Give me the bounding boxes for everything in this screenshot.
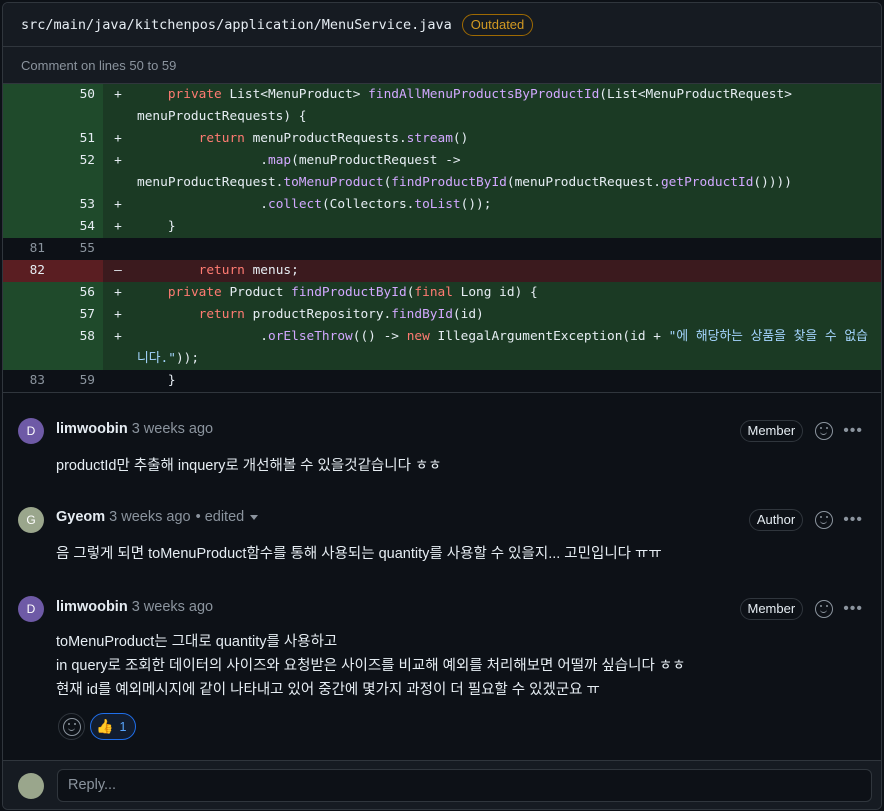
more-options-icon[interactable]: ••• — [843, 512, 863, 528]
diff-sign: + — [103, 150, 129, 194]
diff-sign: + — [103, 216, 129, 238]
comment-body: productId만 추출해 inquery로 개선해볼 수 있을것같습니다 ㅎ… — [56, 458, 442, 474]
new-line-number[interactable]: 52 — [51, 150, 103, 194]
diff-line: 50 + private List<MenuProduct> findAllMen… — [3, 84, 881, 128]
current-user-avatar — [18, 773, 44, 799]
diff-sign — [103, 370, 129, 392]
new-line-number[interactable]: 56 — [51, 282, 103, 304]
new-line-number[interactable]: 51 — [51, 128, 103, 150]
comment-body: toMenuProduct는 그대로 quantity를 사용하고 in que… — [56, 634, 686, 698]
diff-line: 52 + .map(menuProductRequest -> menuProdu… — [3, 150, 881, 194]
new-line-number[interactable]: 53 — [51, 194, 103, 216]
new-line-number[interactable]: 54 — [51, 216, 103, 238]
chevron-down-icon[interactable] — [250, 514, 259, 520]
review-thread: src/main/java/kitchenpos/application/Men… — [2, 2, 882, 810]
add-reaction-button[interactable] — [58, 713, 85, 740]
thumbs-up-reaction[interactable]: 👍 1 — [90, 713, 137, 740]
diff-sign: + — [103, 304, 129, 326]
comment-range-header: Comment on lines 50 to 59 — [3, 47, 881, 84]
avatar[interactable]: G — [18, 507, 44, 533]
comment-range-label: Comment on lines 50 to 59 — [21, 57, 177, 73]
code-text: } — [129, 216, 881, 238]
avatar[interactable]: D — [18, 418, 44, 444]
code-text: return productRepository.findById(id) — [129, 304, 881, 326]
smiley-icon — [63, 718, 81, 736]
diff-line: 53 + .collect(Collectors.toList()); — [3, 194, 881, 216]
comment: G Gyeom 3 weeks ago • edited Author ••• 음… — [3, 497, 881, 567]
add-reaction-icon[interactable] — [815, 422, 834, 440]
more-options-icon[interactable]: ••• — [843, 423, 863, 439]
diff-line: 82 – return menus; — [3, 260, 881, 282]
new-line-number[interactable]: 57 — [51, 304, 103, 326]
member-badge: Member — [739, 598, 804, 620]
add-reaction-icon[interactable] — [815, 511, 834, 529]
reply-bar: Reply... — [3, 760, 881, 809]
comment-body: 음 그렇게 되면 toMenuProduct함수를 통해 사용되는 quanti… — [56, 546, 662, 562]
member-badge: Member — [739, 420, 804, 442]
old-line-number[interactable] — [3, 326, 51, 370]
new-line-number[interactable]: 50 — [51, 84, 103, 128]
code-text: .orElseThrow(() -> new IllegalArgumentEx… — [129, 326, 881, 370]
old-line-number[interactable]: 83 — [3, 370, 51, 392]
more-options-icon[interactable]: ••• — [843, 601, 863, 617]
file-header: src/main/java/kitchenpos/application/Men… — [3, 3, 881, 47]
diff-sign: + — [103, 128, 129, 150]
diff-line: 57 + return productRepository.findById(id… — [3, 304, 881, 326]
code-text: } — [137, 373, 176, 388]
reaction-count: 1 — [119, 719, 127, 734]
diff-sign: + — [103, 194, 129, 216]
new-line-number[interactable]: 59 — [51, 370, 103, 392]
comment-timestamp[interactable]: 3 weeks ago — [132, 421, 213, 437]
comment-timestamp[interactable]: 3 weeks ago — [132, 599, 213, 615]
new-line-number[interactable] — [51, 260, 103, 282]
diff-line: 58 + .orElseThrow(() -> new IllegalArgume… — [3, 326, 881, 370]
comment-author[interactable]: Gyeom — [56, 509, 105, 525]
avatar[interactable]: D — [18, 596, 44, 622]
code-text: .map(menuProductRequest -> menuProductRe… — [129, 150, 881, 194]
file-path-link[interactable]: src/main/java/kitchenpos/application/Men… — [21, 17, 452, 33]
old-line-number[interactable] — [3, 304, 51, 326]
add-reaction-icon[interactable] — [815, 600, 834, 618]
new-line-number[interactable]: 58 — [51, 326, 103, 370]
old-line-number[interactable] — [3, 194, 51, 216]
author-badge: Author — [748, 509, 804, 531]
old-line-number[interactable] — [3, 84, 51, 128]
old-line-number[interactable] — [3, 128, 51, 150]
comments-list: D limwoobin 3 weeks ago Member ••• produc… — [3, 392, 881, 740]
new-line-number[interactable]: 55 — [51, 238, 103, 260]
edited-dropdown[interactable]: • edited — [196, 509, 245, 525]
comment: D limwoobin 3 weeks ago Member ••• produc… — [3, 408, 881, 478]
old-line-number[interactable] — [3, 216, 51, 238]
diff-hunk: 50 + private List<MenuProduct> findAllMen… — [3, 84, 881, 392]
old-line-number[interactable]: 81 — [3, 238, 51, 260]
code-text: private Product findProductById(final Lo… — [129, 282, 881, 304]
thumbs-up-icon: 👍 — [96, 718, 114, 734]
comment-timestamp[interactable]: 3 weeks ago — [109, 509, 190, 525]
code-text: return menus; — [129, 260, 881, 282]
outdated-badge: Outdated — [461, 13, 534, 36]
code-text: return menuProductRequests.stream() — [129, 128, 881, 150]
diff-sign: + — [103, 282, 129, 304]
code-text: .collect(Collectors.toList()); — [129, 194, 881, 216]
reactions-bar: 👍 1 — [58, 713, 137, 740]
diff-sign: + — [103, 84, 129, 128]
diff-line: 83 59 } — [3, 370, 881, 392]
diff-line: 56 + private Product findProductById(fina… — [3, 282, 881, 304]
code-text: private List<MenuProduct> findAllMenuPro… — [129, 84, 881, 128]
diff-sign: + — [103, 326, 129, 370]
comment-author[interactable]: limwoobin — [56, 421, 128, 437]
old-line-number[interactable] — [3, 150, 51, 194]
old-line-number[interactable] — [3, 282, 51, 304]
diff-line: 81 55 — [3, 238, 881, 260]
old-line-number[interactable]: 82 — [3, 260, 51, 282]
reply-input[interactable]: Reply... — [57, 769, 872, 802]
diff-sign: – — [103, 260, 129, 282]
comment-author[interactable]: limwoobin — [56, 599, 128, 615]
diff-sign — [103, 238, 129, 260]
diff-line: 51 + return menuProductRequests.stream() — [3, 128, 881, 150]
diff-line: 54 + } — [3, 216, 881, 238]
